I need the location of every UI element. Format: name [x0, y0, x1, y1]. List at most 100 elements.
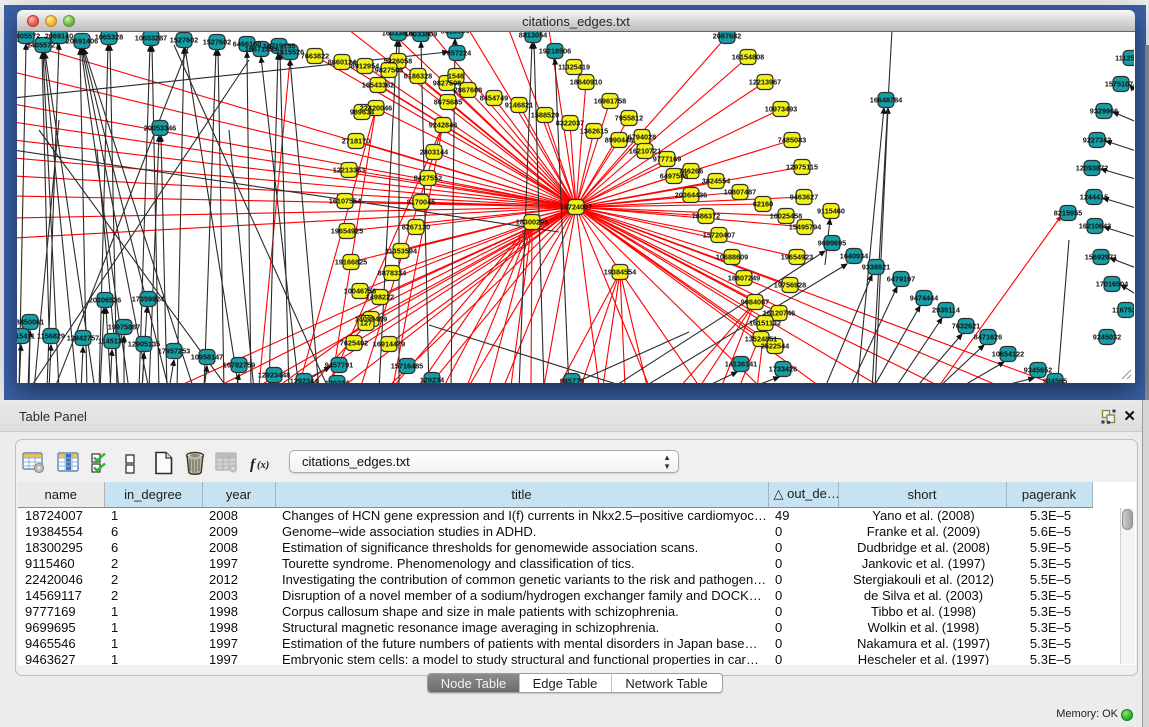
- svg-text:8471626: 8471626: [974, 333, 1002, 342]
- svg-text:16107554: 16107554: [329, 197, 362, 206]
- svg-text:8215955: 8215955: [1054, 209, 1082, 218]
- svg-text:19218506: 19218506: [539, 47, 571, 56]
- svg-text:16120746: 16120746: [763, 309, 795, 318]
- svg-text:7886372: 7886372: [692, 212, 720, 221]
- svg-text:9338921: 9338921: [862, 263, 890, 272]
- svg-text:8170045: 8170045: [407, 198, 435, 207]
- svg-text:989634: 989634: [350, 108, 375, 117]
- svg-text:8427552: 8427552: [414, 174, 442, 183]
- svg-text:19384554: 19384554: [604, 268, 637, 277]
- svg-text:9777169: 9777169: [653, 155, 681, 164]
- svg-text:1640934: 1640934: [840, 252, 869, 261]
- svg-text:8850061: 8850061: [17, 318, 44, 327]
- svg-text:16210643: 16210643: [1079, 222, 1111, 231]
- svg-text:11353594: 11353594: [385, 247, 418, 256]
- svg-text:(x): (x): [257, 460, 269, 471]
- svg-text:1167533: 1167533: [1112, 306, 1134, 315]
- svg-text:f: f: [250, 457, 257, 473]
- svg-text:10653287: 10653287: [135, 34, 167, 43]
- svg-text:1546: 1546: [448, 72, 464, 81]
- svg-text:11325419: 11325419: [558, 63, 590, 72]
- svg-text:10807487: 10807487: [724, 188, 756, 197]
- svg-text:7625402: 7625402: [340, 339, 368, 348]
- svg-text:127: 127: [360, 319, 372, 328]
- svg-text:12923448: 12923448: [258, 371, 290, 380]
- svg-text:6794028: 6794028: [628, 133, 656, 142]
- svg-text:9084067: 9084067: [741, 298, 769, 307]
- svg-text:12093872: 12093872: [1076, 164, 1108, 173]
- svg-text:3915411: 3915411: [17, 332, 35, 341]
- svg-text:18724007: 18724007: [560, 203, 592, 212]
- svg-text:2803144: 2803144: [420, 148, 449, 157]
- svg-text:10688609: 10688609: [716, 253, 748, 262]
- svg-text:11125419: 11125419: [1115, 54, 1134, 63]
- svg-text:2867608: 2867608: [454, 86, 482, 95]
- svg-text:1733426: 1733426: [769, 365, 797, 374]
- svg-text:16961758: 16961758: [594, 97, 626, 106]
- svg-text:7632621: 7632621: [952, 322, 980, 331]
- svg-text:7485083: 7485083: [778, 136, 806, 145]
- svg-text:7857224: 7857224: [443, 49, 472, 58]
- svg-text:8878334: 8878334: [378, 269, 407, 278]
- svg-text:16151132: 16151132: [749, 319, 781, 328]
- svg-text:16543362: 16543362: [362, 81, 394, 90]
- svg-text:10025458: 10025458: [770, 212, 802, 221]
- svg-text:1362615: 1362615: [580, 127, 608, 136]
- svg-text:9242848: 9242848: [429, 121, 457, 130]
- svg-text:16648784: 16648784: [870, 96, 903, 105]
- svg-text:8813054: 8813054: [519, 32, 548, 40]
- svg-text:7955812: 7955812: [615, 114, 643, 123]
- svg-text:19654923: 19654923: [781, 253, 813, 262]
- svg-text:15751074: 15751074: [1105, 80, 1134, 89]
- svg-text:8186328: 8186328: [404, 72, 432, 81]
- svg-text:16782759: 16782759: [223, 361, 255, 370]
- svg-text:16671355: 16671355: [245, 45, 277, 54]
- svg-text:1244415: 1244415: [1080, 193, 1108, 202]
- svg-text:7663822: 7663822: [301, 52, 329, 61]
- svg-text:20206526: 20206526: [89, 296, 121, 305]
- svg-text:934565: 934565: [1043, 377, 1067, 384]
- svg-text:8267130: 8267130: [402, 223, 430, 232]
- svg-text:10654122: 10654122: [992, 350, 1024, 359]
- svg-text:9827503: 9827503: [375, 66, 403, 75]
- svg-text:17957253: 17957253: [158, 347, 190, 356]
- svg-text:945779: 945779: [560, 377, 584, 384]
- svg-text:1527602: 1527602: [203, 38, 231, 47]
- svg-text:9115460: 9115460: [817, 207, 845, 216]
- svg-text:2935114: 2935114: [932, 306, 961, 315]
- svg-text:15720407: 15720407: [703, 231, 735, 240]
- svg-text:12942757: 12942757: [67, 334, 99, 343]
- svg-text:62160: 62160: [753, 200, 773, 209]
- svg-text:1145134: 1145134: [98, 337, 127, 346]
- svg-text:10973493: 10973493: [765, 105, 797, 114]
- svg-text:1527602: 1527602: [170, 36, 198, 45]
- svg-text:12213967: 12213967: [749, 78, 781, 87]
- svg-text:9474444: 9474444: [910, 294, 939, 303]
- svg-text:1156829: 1156829: [37, 332, 65, 341]
- svg-text:16914479: 16914479: [373, 340, 405, 349]
- svg-text:8675685: 8675685: [434, 98, 462, 107]
- svg-text:14055721: 14055721: [27, 41, 59, 50]
- svg-text:9227342: 9227342: [1083, 136, 1111, 145]
- svg-text:9463627: 9463627: [790, 193, 818, 202]
- svg-text:9329966: 9329966: [1090, 107, 1118, 116]
- svg-text:2522544: 2522544: [761, 342, 790, 351]
- svg-text:19166825: 19166825: [335, 258, 367, 267]
- svg-text:20364436: 20364436: [675, 191, 707, 200]
- svg-text:1405572: 1405572: [17, 32, 40, 41]
- svg-text:19975887: 19975887: [108, 323, 140, 332]
- svg-text:9345652: 9345652: [1024, 366, 1052, 375]
- svg-text:10958147: 10958147: [191, 353, 223, 362]
- svg-text:16154808: 16154808: [732, 53, 764, 62]
- svg-text:1065328: 1065328: [95, 33, 123, 42]
- svg-text:15716485: 15716485: [391, 362, 423, 371]
- svg-text:9245032: 9245032: [1093, 333, 1121, 342]
- svg-text:18640910: 18640910: [570, 78, 602, 87]
- svg-text:129234: 129234: [420, 376, 445, 384]
- svg-text:19756928: 19756928: [774, 281, 806, 290]
- svg-text:9699695: 9699695: [818, 239, 846, 248]
- svg-text:2718170: 2718170: [342, 137, 370, 146]
- svg-text:14136141: 14136141: [725, 360, 757, 369]
- svg-text:129234: 129234: [325, 379, 350, 384]
- svg-text:12905135: 12905135: [128, 340, 160, 349]
